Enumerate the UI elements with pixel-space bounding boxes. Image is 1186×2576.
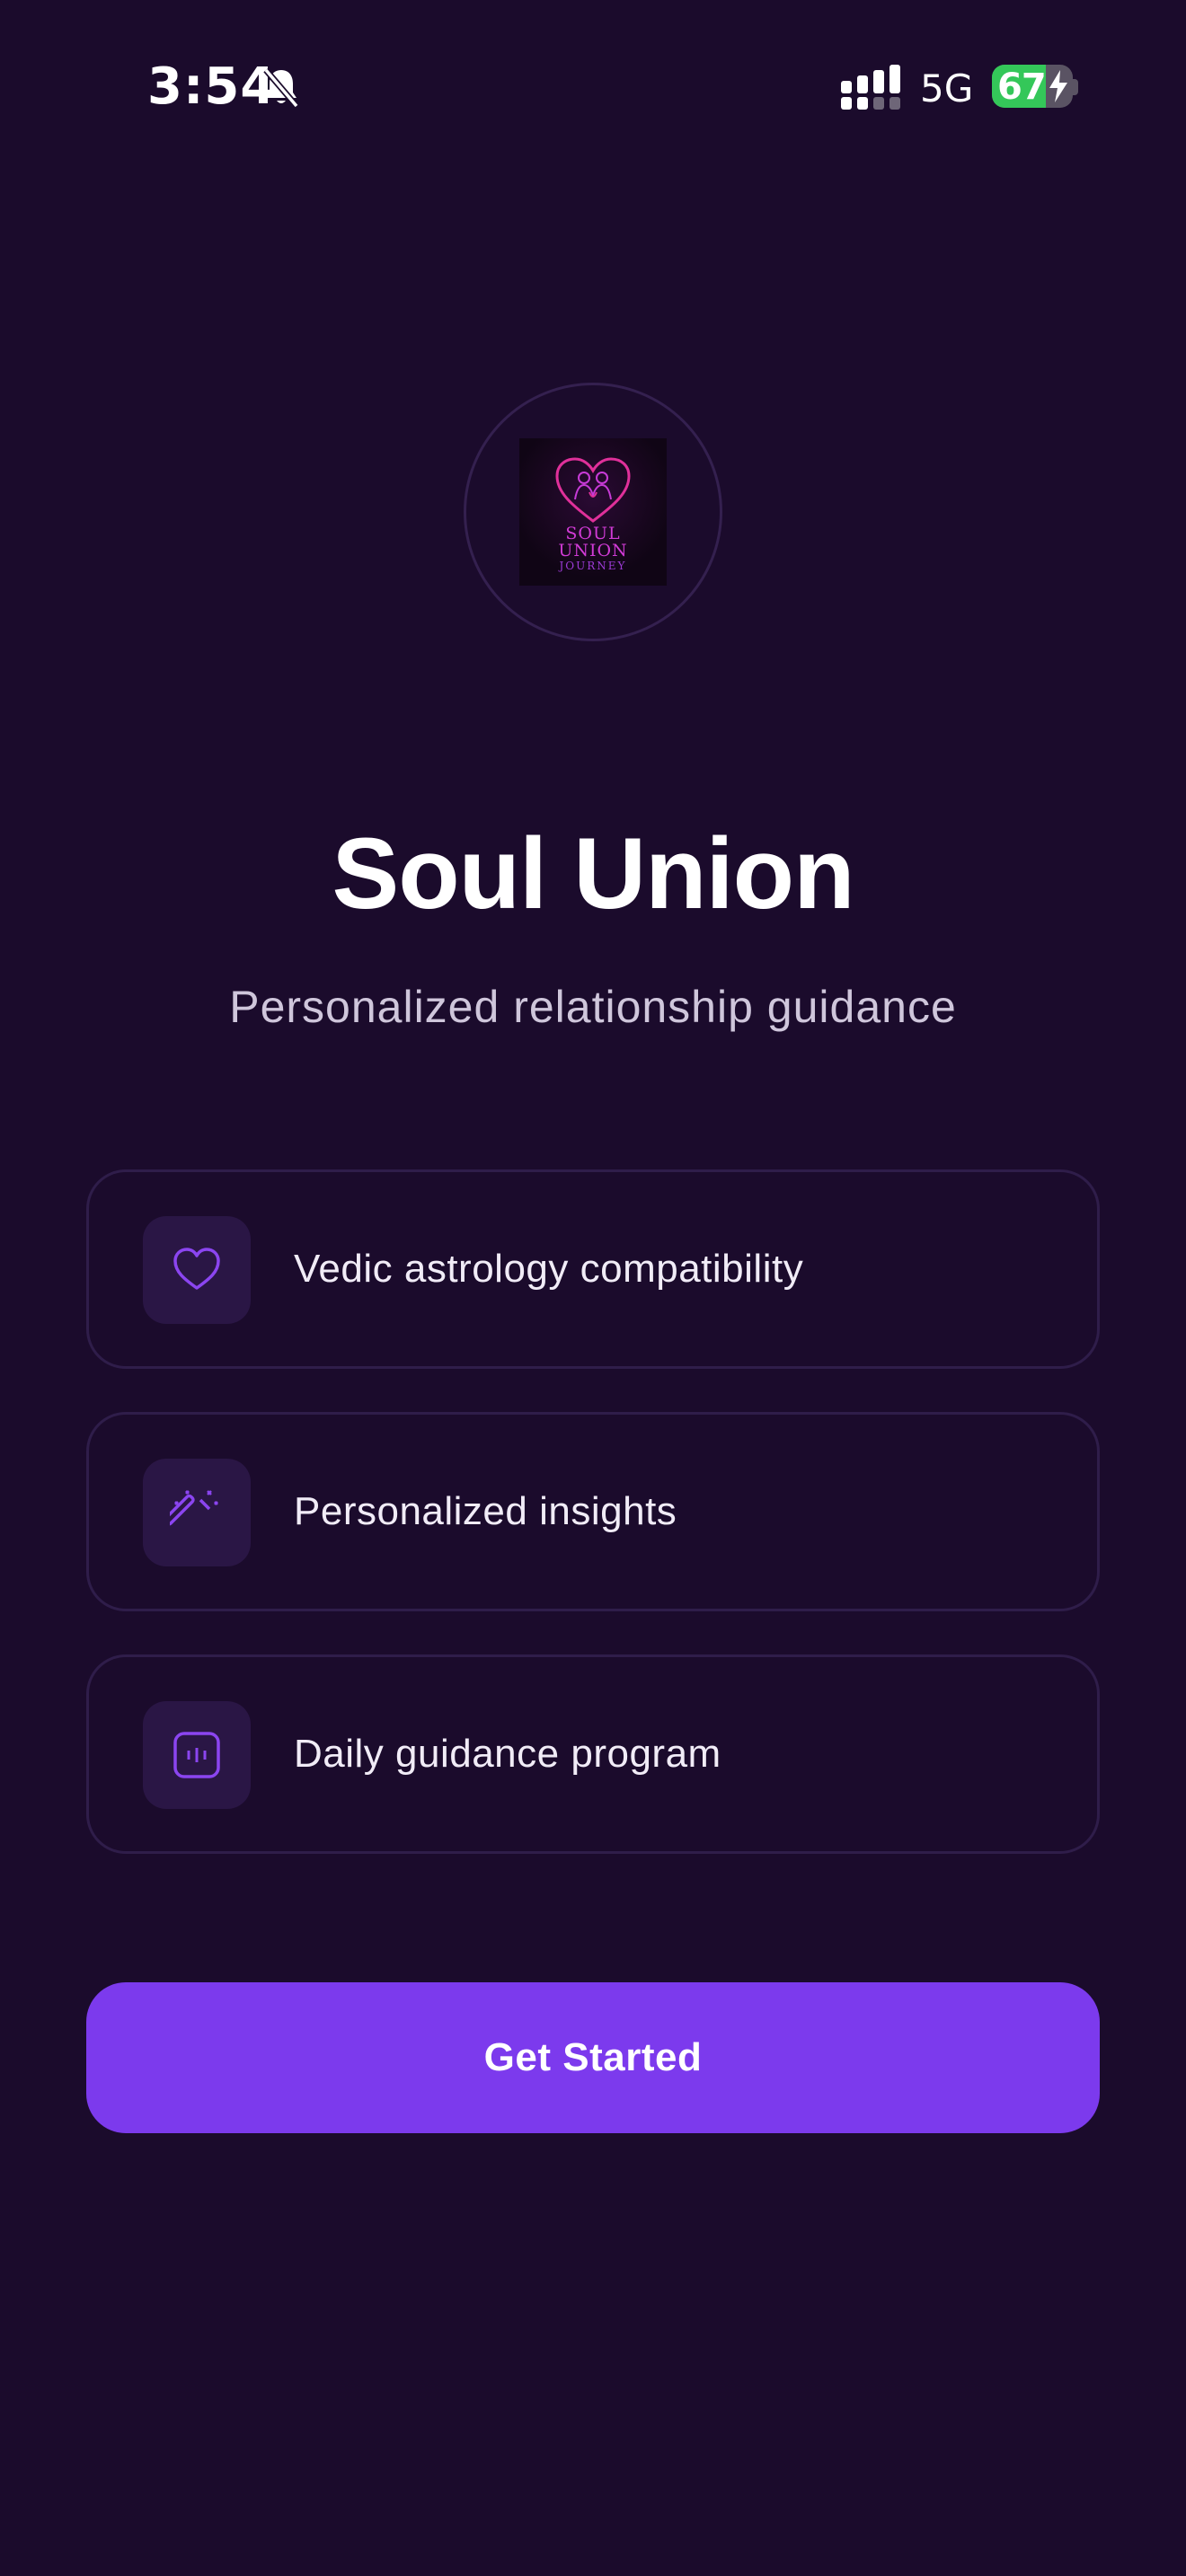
app-title: Soul Union: [332, 817, 854, 930]
bell-slash-icon: [263, 67, 299, 109]
feature-icon-box: [143, 1701, 251, 1809]
heart-logo-icon: [555, 457, 631, 523]
feature-label: Vedic astrology compatibility: [294, 1247, 804, 1291]
feature-card-daily: Daily guidance program: [86, 1654, 1100, 1854]
battery-icon: 67: [992, 65, 1073, 108]
status-bar: 3:54 5G 67: [0, 0, 1186, 171]
feature-card-insights: Personalized insights: [86, 1412, 1100, 1611]
heart-icon: [173, 1248, 220, 1290]
battery-nub: [1073, 79, 1078, 95]
feature-icon-box: [143, 1216, 251, 1324]
feature-icon-box: [143, 1459, 251, 1566]
app-logo: SOUL UNION JOURNEY: [519, 438, 667, 586]
app-subtitle: Personalized relationship guidance: [229, 982, 957, 1032]
bolt-icon: [1049, 70, 1067, 102]
logo-text-journey: JOURNEY: [559, 560, 627, 572]
get-started-button[interactable]: Get Started: [86, 1982, 1100, 2133]
calendar-icon: [173, 1732, 220, 1778]
battery-percent: 67: [997, 66, 1047, 108]
feature-label: Daily guidance program: [294, 1732, 721, 1776]
magic-wand-icon: [170, 1490, 218, 1526]
feature-label: Personalized insights: [294, 1489, 677, 1533]
status-time: 3:54: [147, 57, 277, 116]
signal-icon: [841, 65, 900, 110]
network-label: 5G: [920, 66, 974, 110]
logo-text-union: UNION: [558, 541, 628, 560]
feature-card-astrology: Vedic astrology compatibility: [86, 1169, 1100, 1369]
